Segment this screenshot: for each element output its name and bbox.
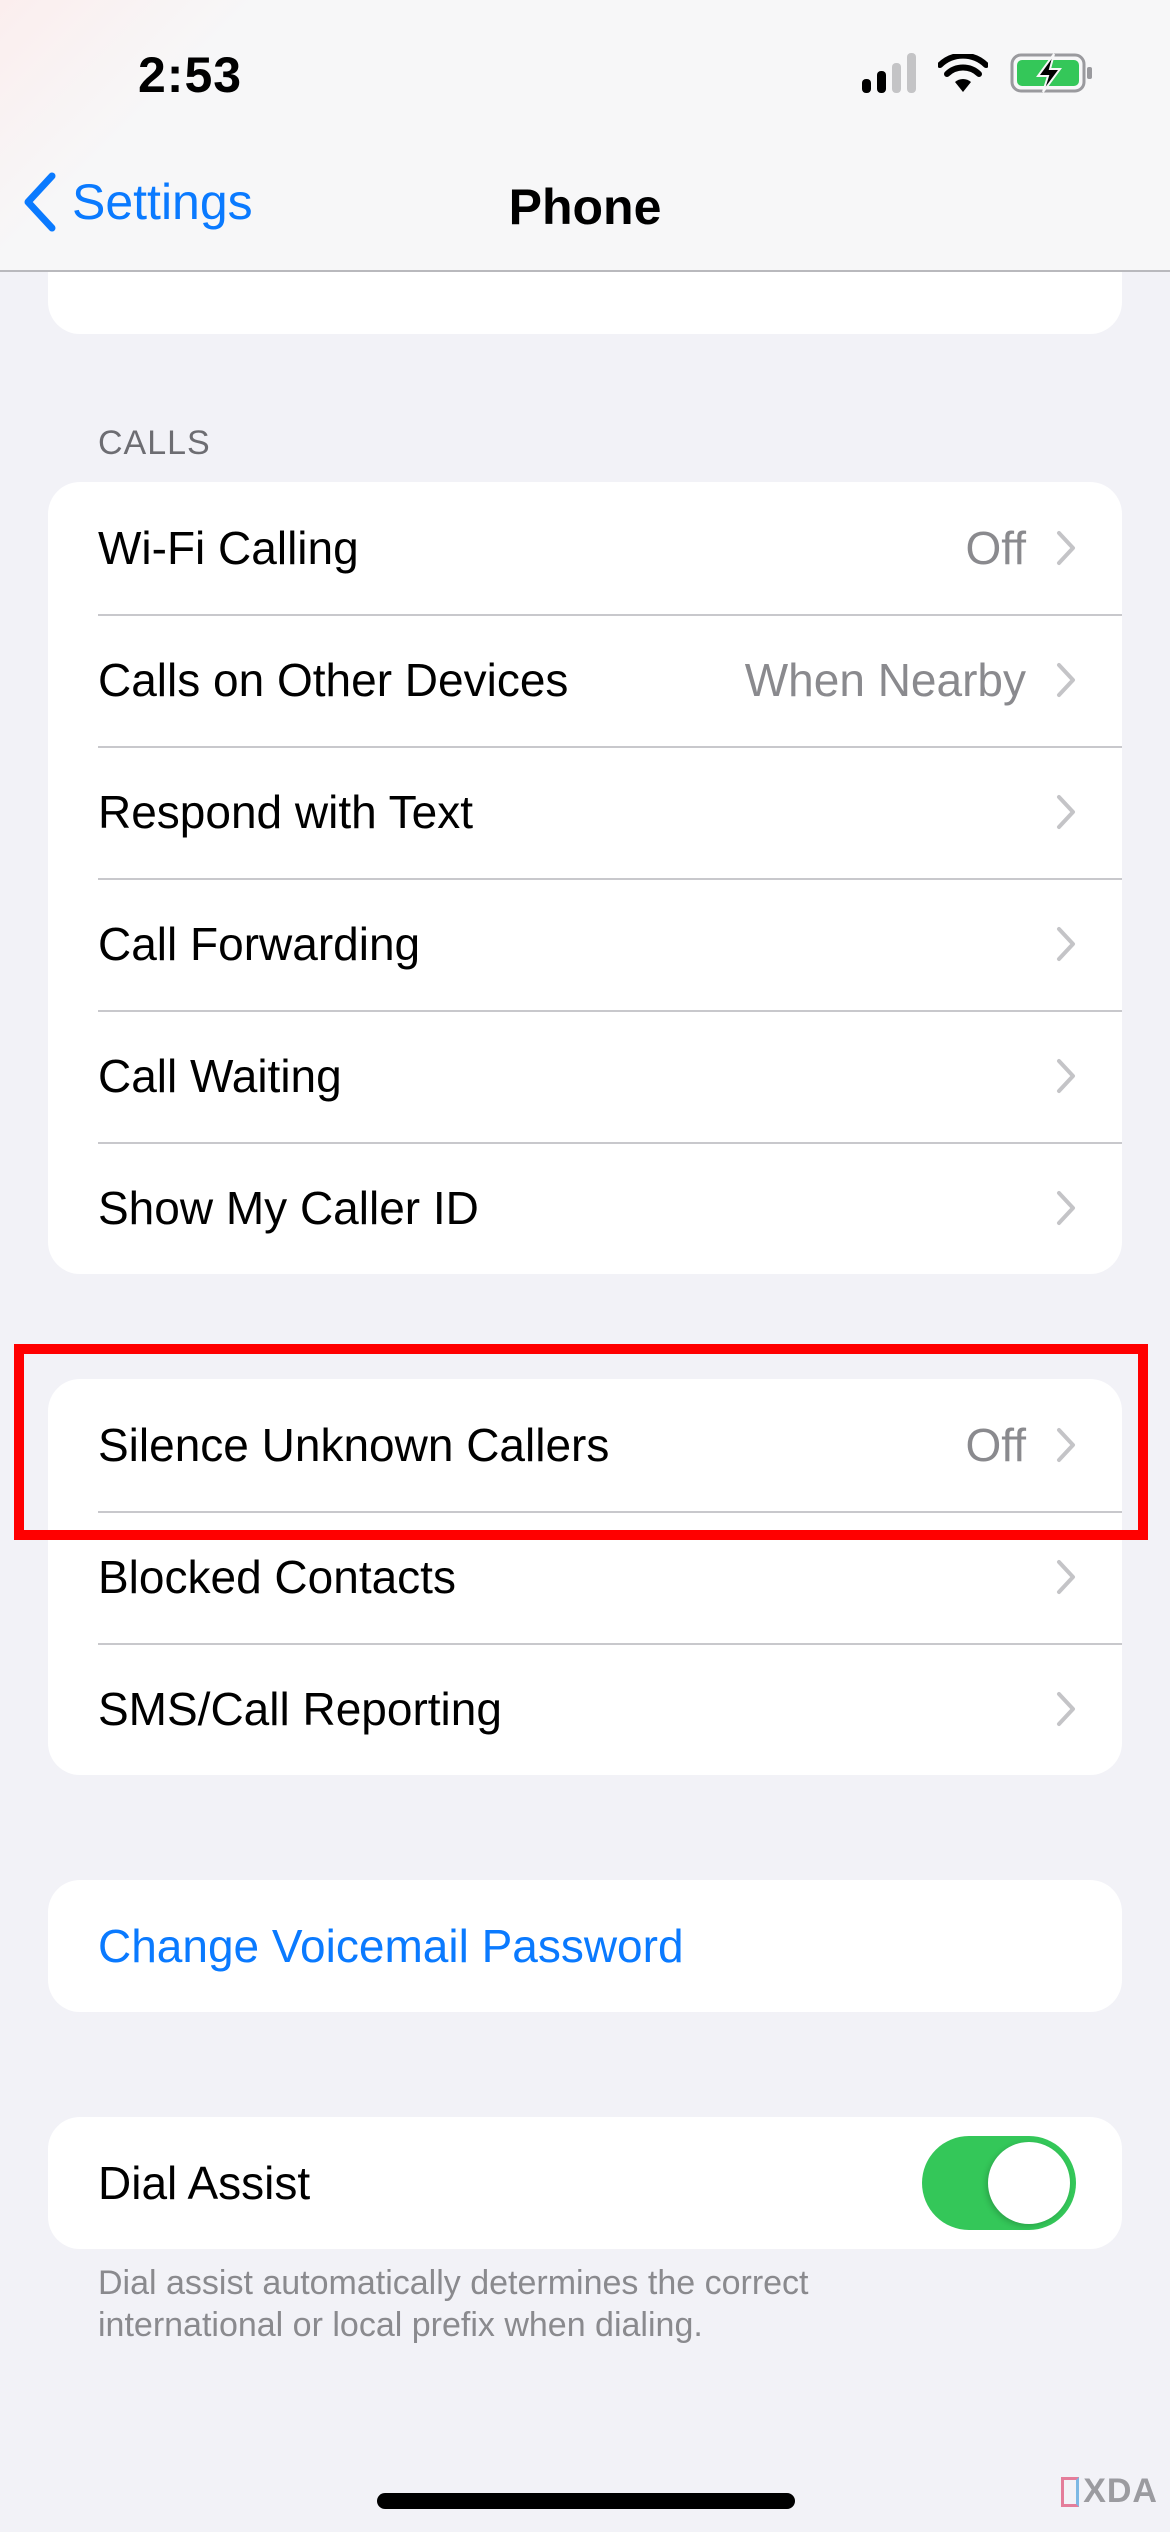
row-label: Show My Caller ID bbox=[98, 1182, 479, 1234]
row-wifi-calling[interactable]: Wi-Fi Calling Off bbox=[48, 482, 1122, 614]
chevron-right-icon bbox=[1057, 795, 1075, 829]
dial-assist-toggle[interactable] bbox=[922, 2136, 1076, 2230]
chevron-right-icon bbox=[1057, 531, 1075, 565]
watermark-text: XDA bbox=[1083, 2472, 1158, 2510]
home-indicator[interactable] bbox=[377, 2493, 795, 2509]
change-voicemail-password-button[interactable]: Change Voicemail Password bbox=[48, 1880, 1122, 2012]
row-value: When Nearby bbox=[744, 654, 1026, 706]
row-blocked-contacts[interactable]: Blocked Contacts bbox=[48, 1511, 1122, 1643]
status-time: 2:53 bbox=[138, 47, 243, 103]
voicemail-group: Change Voicemail Password bbox=[48, 1880, 1122, 2012]
chevron-right-icon bbox=[1057, 1428, 1075, 1462]
row-silence-unknown-callers[interactable]: Silence Unknown Callers Off bbox=[48, 1379, 1122, 1511]
row-value: Off bbox=[965, 1419, 1026, 1471]
row-label: Call Waiting bbox=[98, 1050, 342, 1102]
page-title: Phone bbox=[508, 179, 662, 235]
chevron-right-icon bbox=[1057, 1692, 1075, 1726]
row-label: Silence Unknown Callers bbox=[98, 1419, 610, 1471]
call-blocking-group: Silence Unknown Callers Off Blocked Cont… bbox=[48, 1379, 1122, 1775]
chevron-right-icon bbox=[1057, 663, 1075, 697]
calls-group: Wi-Fi Calling Off Calls on Other Devices… bbox=[48, 482, 1122, 1274]
chevron-right-icon bbox=[1057, 1560, 1075, 1594]
toggle-knob bbox=[988, 2142, 1070, 2224]
row-label: SMS/Call Reporting bbox=[98, 1683, 502, 1735]
status-icons bbox=[862, 52, 1094, 94]
row-calls-on-other-devices[interactable]: Calls on Other Devices When Nearby bbox=[48, 614, 1122, 746]
cellular-signal-icon bbox=[862, 53, 916, 93]
row-call-waiting[interactable]: Call Waiting bbox=[48, 1010, 1122, 1142]
row-label: Change Voicemail Password bbox=[98, 1920, 684, 1972]
battery-charging-icon bbox=[1010, 52, 1094, 94]
row-respond-with-text[interactable]: Respond with Text bbox=[48, 746, 1122, 878]
phone-settings-screen: 2:53 Settings Phone CALLS Wi-Fi Calling … bbox=[0, 0, 1170, 2532]
chevron-right-icon bbox=[1057, 1059, 1075, 1093]
calls-section-header: CALLS bbox=[98, 424, 211, 462]
row-label: Call Forwarding bbox=[98, 918, 421, 970]
chevron-right-icon bbox=[1057, 927, 1075, 961]
row-label: Respond with Text bbox=[98, 786, 474, 838]
row-show-my-caller-id[interactable]: Show My Caller ID bbox=[48, 1142, 1122, 1274]
row-label: Wi-Fi Calling bbox=[98, 522, 359, 574]
chevron-right-icon bbox=[1057, 1191, 1075, 1225]
row-dial-assist: Dial Assist bbox=[48, 2117, 1122, 2249]
navigation-header: 2:53 Settings Phone bbox=[0, 0, 1170, 272]
xda-logo-icon bbox=[1061, 2476, 1080, 2507]
dial-assist-group: Dial Assist bbox=[48, 2117, 1122, 2249]
wifi-icon bbox=[938, 54, 988, 92]
row-sms-call-reporting[interactable]: SMS/Call Reporting bbox=[48, 1643, 1122, 1775]
row-label: Dial Assist bbox=[98, 2157, 311, 2209]
row-call-forwarding[interactable]: Call Forwarding bbox=[48, 878, 1122, 1010]
row-value: Off bbox=[965, 522, 1026, 574]
row-label: Blocked Contacts bbox=[98, 1551, 456, 1603]
watermark-logo: XDA bbox=[1061, 2472, 1158, 2511]
row-label: Calls on Other Devices bbox=[98, 654, 569, 706]
dial-assist-footer-note: Dial assist automatically determines the… bbox=[98, 2264, 809, 2344]
